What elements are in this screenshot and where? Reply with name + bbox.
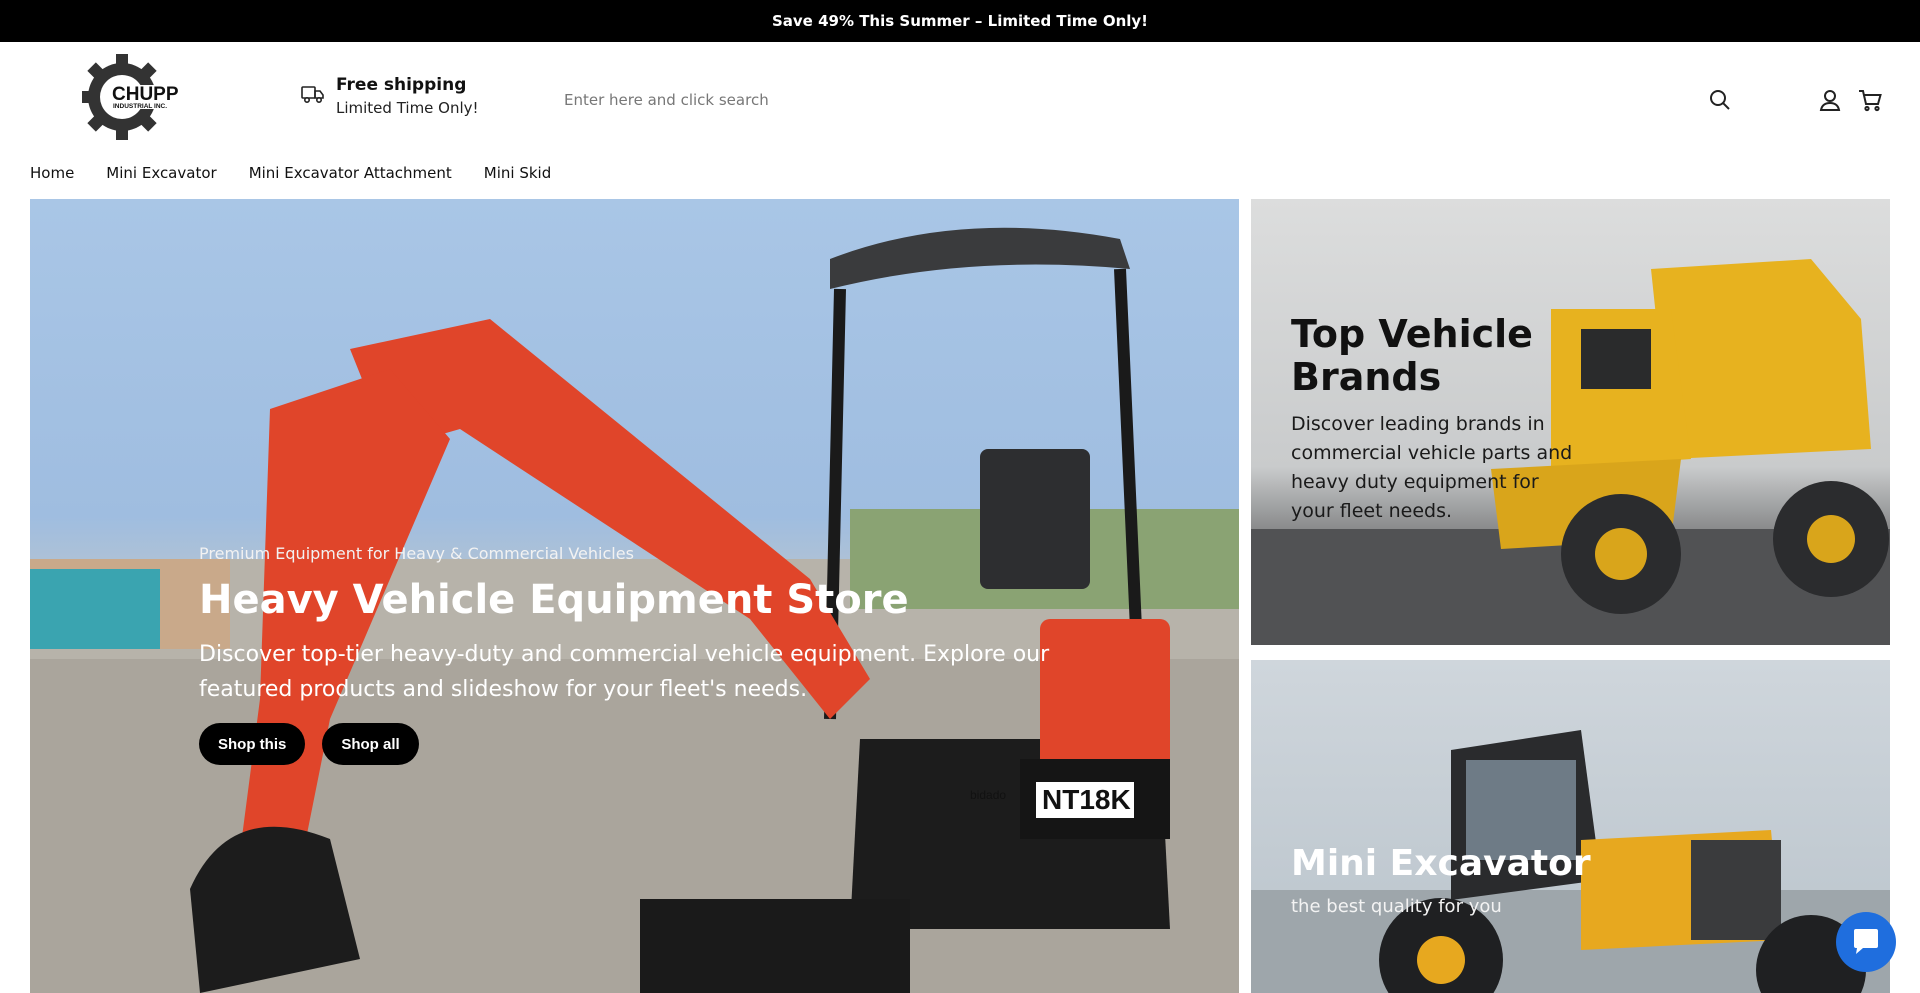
hero-title: Heavy Vehicle Equipment Store <box>199 577 909 623</box>
shipping-subtitle: Limited Time Only! <box>336 99 479 117</box>
hero-kicker: Premium Equipment for Heavy & Commercial… <box>199 544 634 563</box>
shipping-title: Free shipping <box>336 75 467 95</box>
announcement-text: Save 49% This Summer – Limited Time Only… <box>771 12 1149 30</box>
logo-subtext: INDUSTRIAL INC. <box>113 103 167 110</box>
machine-model-label: NT18K <box>1042 784 1131 815</box>
hero-content: Premium Equipment for Heavy & Commercial… <box>199 544 1079 765</box>
search-input[interactable] <box>548 91 1648 109</box>
announcement-bar: Save 49% This Summer – Limited Time Only… <box>0 0 1920 42</box>
machine-dealer-label: bidado <box>970 788 1006 802</box>
hero-description: Discover top-tier heavy-duty and commerc… <box>199 642 1050 702</box>
search-bar <box>548 82 1748 118</box>
shop-this-button[interactable]: Shop this <box>199 723 306 765</box>
card-excavator-subtitle: the best quality for you <box>1291 896 1502 917</box>
card-brands-description: Discover leading brands in commercial ve… <box>1291 413 1573 522</box>
card-image-loader <box>1251 730 1890 993</box>
nav-item-home[interactable]: Home <box>30 164 74 182</box>
card-excavator-title: Mini Excavator <box>1291 843 1591 884</box>
account-icon <box>1819 90 1841 111</box>
search-icon <box>1710 90 1730 110</box>
nav-item-mini-skid[interactable]: Mini Skid <box>484 164 551 182</box>
main-nav: Home Mini Excavator Mini Excavator Attac… <box>30 164 551 182</box>
chat-button[interactable] <box>1836 912 1896 972</box>
logo-name: CHUPP <box>112 84 179 105</box>
cart-button[interactable] <box>1856 86 1884 114</box>
truck-icon <box>301 86 324 103</box>
card-mini-excavator[interactable]: Mini Excavator the best quality for you <box>1251 660 1890 993</box>
logo[interactable]: CHUPP INDUSTRIAL INC. <box>82 54 200 140</box>
shop-all-button[interactable]: Shop all <box>322 723 419 765</box>
chat-icon <box>1854 929 1878 954</box>
card-top-vehicle-brands[interactable]: Top Vehicle Brands Discover leading bran… <box>1251 199 1890 645</box>
hero-banner: NT18K bidado AGROTK INDUSTRIAL Premium E… <box>30 199 1239 993</box>
site-header: CHUPP INDUSTRIAL INC. Free shipping Limi… <box>0 42 1920 152</box>
hero-buttons: Shop this Shop all <box>199 723 1079 765</box>
search-button[interactable] <box>1706 86 1734 114</box>
shipping-info: Free shipping Limited Time Only! <box>300 75 479 117</box>
cart-icon <box>1859 90 1882 112</box>
nav-item-mini-excavator-attachment[interactable]: Mini Excavator Attachment <box>249 164 452 182</box>
account-button[interactable] <box>1816 86 1844 114</box>
card-brands-title: Top Vehicle Brands <box>1291 312 1533 399</box>
nav-item-mini-excavator[interactable]: Mini Excavator <box>106 164 216 182</box>
